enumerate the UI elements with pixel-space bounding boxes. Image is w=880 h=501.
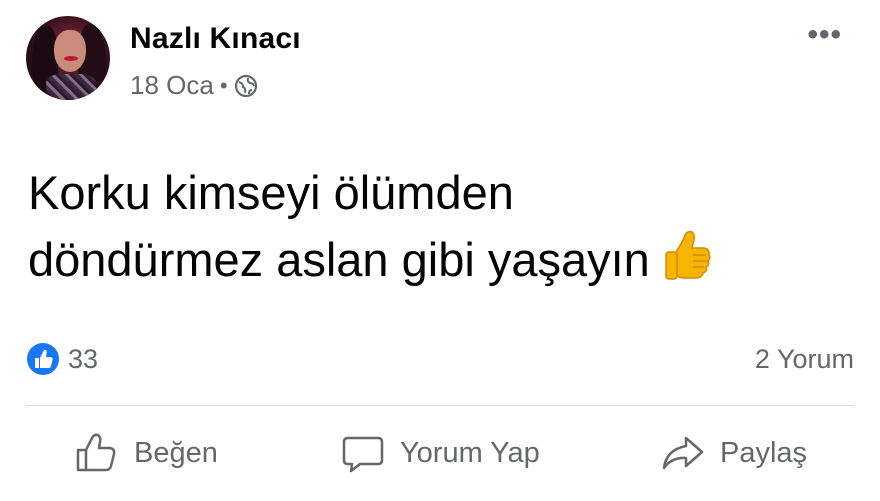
like-reaction-icon xyxy=(27,343,59,375)
comment-label: Yorum Yap xyxy=(400,436,540,469)
divider xyxy=(26,405,854,406)
post-meta: 18 Oca • xyxy=(130,70,258,101)
author-avatar[interactable] xyxy=(26,16,110,100)
thumbs-up-icon xyxy=(76,433,116,472)
post-date[interactable]: 18 Oca xyxy=(130,70,214,101)
post-text-line-2-wrap: döndürmez aslan gibi yaşayın xyxy=(28,226,848,293)
like-count: 33 xyxy=(68,343,99,374)
post-actions-bar: Beğen Yorum Yap Paylaş xyxy=(0,430,880,480)
more-options-button[interactable]: ••• xyxy=(807,18,842,52)
reactions-summary[interactable]: 33 xyxy=(26,342,98,376)
comment-count[interactable]: 2 Yorum xyxy=(755,344,854,375)
share-arrow-icon xyxy=(662,436,704,470)
like-button[interactable]: Beğen xyxy=(74,430,218,476)
comment-bubble-icon xyxy=(342,436,384,473)
globe-icon xyxy=(234,74,257,97)
post-text-line-1: Korku kimseyi ölümden xyxy=(28,166,514,219)
share-label: Paylaş xyxy=(720,436,808,469)
post-text-line-2: döndürmez aslan gibi yaşayın xyxy=(28,233,650,286)
meta-separator: • xyxy=(219,72,228,98)
post-text: Korku kimseyi ölümden döndürmez aslan gi… xyxy=(28,160,848,293)
share-button[interactable]: Paylaş xyxy=(660,430,807,476)
author-name[interactable]: Nazlı Kınacı xyxy=(130,22,301,56)
like-label: Beğen xyxy=(134,436,218,469)
thumbs-up-emoji-icon xyxy=(665,230,711,280)
comment-button[interactable]: Yorum Yap xyxy=(340,430,540,476)
